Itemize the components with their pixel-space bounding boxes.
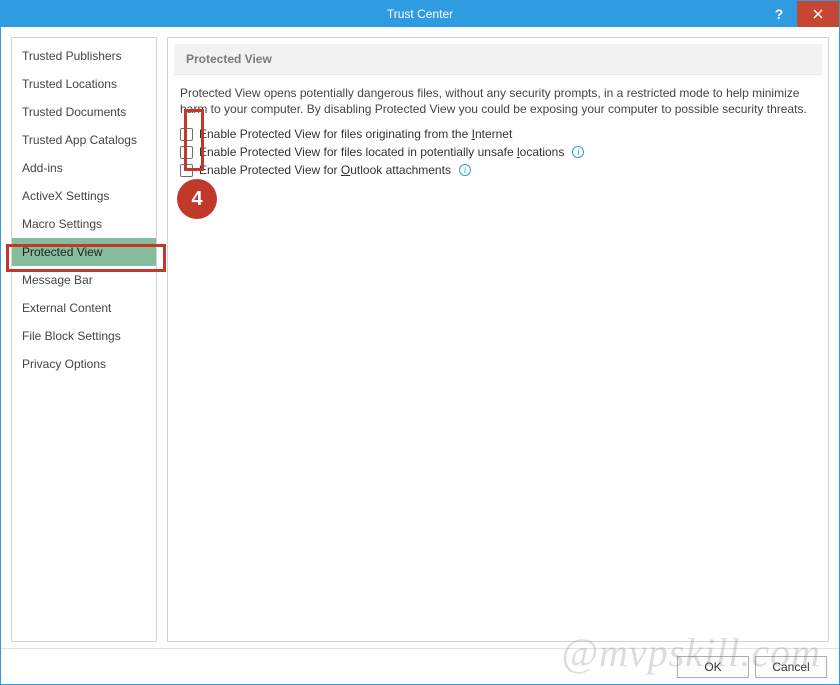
sidebar-item-add-ins[interactable]: Add-ins xyxy=(12,154,156,182)
option-label: Enable Protected View for files originat… xyxy=(199,127,512,141)
section-description: Protected View opens potentially dangero… xyxy=(168,83,828,123)
sidebar: Trusted Publishers Trusted Locations Tru… xyxy=(11,37,157,642)
close-button[interactable] xyxy=(797,1,839,27)
option-row: Enable Protected View for Outlook attach… xyxy=(180,161,816,179)
option-checkbox-internet[interactable] xyxy=(180,128,193,141)
dialog-body: Trusted Publishers Trusted Locations Tru… xyxy=(1,27,839,648)
sidebar-item-trusted-app-catalogs[interactable]: Trusted App Catalogs xyxy=(12,126,156,154)
dialog-footer: OK Cancel xyxy=(1,648,839,684)
sidebar-item-privacy-options[interactable]: Privacy Options xyxy=(12,350,156,378)
info-icon[interactable]: i xyxy=(572,146,584,158)
sidebar-item-trusted-publishers[interactable]: Trusted Publishers xyxy=(12,42,156,70)
sidebar-item-trusted-locations[interactable]: Trusted Locations xyxy=(12,70,156,98)
trust-center-window: Trust Center ? Trusted Publishers Truste… xyxy=(0,0,840,685)
option-label: Enable Protected View for Outlook attach… xyxy=(199,163,451,177)
titlebar: Trust Center ? xyxy=(1,1,839,27)
option-label: Enable Protected View for files located … xyxy=(199,145,564,159)
options-group: Enable Protected View for files originat… xyxy=(168,123,828,181)
window-title: Trust Center xyxy=(387,7,453,21)
sidebar-item-external-content[interactable]: External Content xyxy=(12,294,156,322)
sidebar-item-macro-settings[interactable]: Macro Settings xyxy=(12,210,156,238)
option-row: Enable Protected View for files originat… xyxy=(180,125,816,143)
option-checkbox-outlook-attachments[interactable] xyxy=(180,164,193,177)
option-row: Enable Protected View for files located … xyxy=(180,143,816,161)
main-panel: Protected View Protected View opens pote… xyxy=(167,37,829,642)
sidebar-item-activex-settings[interactable]: ActiveX Settings xyxy=(12,182,156,210)
sidebar-item-trusted-documents[interactable]: Trusted Documents xyxy=(12,98,156,126)
cancel-button[interactable]: Cancel xyxy=(755,656,827,678)
section-title: Protected View xyxy=(174,44,822,75)
sidebar-item-file-block-settings[interactable]: File Block Settings xyxy=(12,322,156,350)
help-button[interactable]: ? xyxy=(761,1,797,27)
sidebar-item-message-bar[interactable]: Message Bar xyxy=(12,266,156,294)
close-icon xyxy=(813,9,823,19)
sidebar-item-protected-view[interactable]: Protected View xyxy=(12,238,156,266)
window-controls: ? xyxy=(761,1,839,27)
ok-button[interactable]: OK xyxy=(677,656,749,678)
option-checkbox-unsafe-locations[interactable] xyxy=(180,146,193,159)
info-icon[interactable]: i xyxy=(459,164,471,176)
